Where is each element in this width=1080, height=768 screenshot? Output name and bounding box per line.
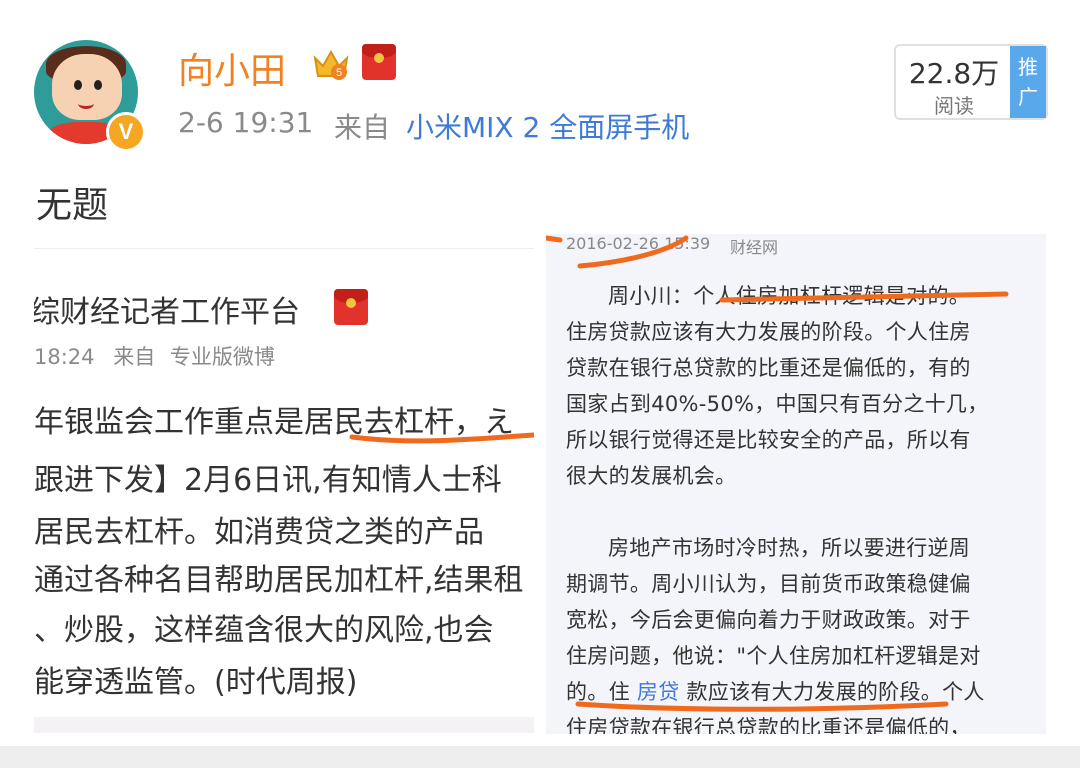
post-time: 2-6 19:31 <box>178 106 314 139</box>
post-title: 无题 <box>36 185 109 226</box>
avatar-eye <box>94 80 102 90</box>
embedded-bottom-bar <box>34 717 534 733</box>
underline-annotation <box>546 235 1009 712</box>
promote-label-1: 推 <box>1018 55 1038 79</box>
username[interactable]: 向小田 <box>178 42 286 94</box>
read-count-box[interactable]: 22.8万 阅读 推 广 <box>894 44 1048 120</box>
avatar-mouth <box>78 98 94 109</box>
promote-button[interactable]: 推 广 <box>1010 46 1046 118</box>
avatar-face <box>52 54 122 120</box>
read-label: 阅读 <box>934 94 974 118</box>
right-embedded-screenshot[interactable]: 2016-02-26 15:39 财经网 周小川：个人住房加杠杆逻辑是对的。 住… <box>546 234 1046 734</box>
bottom-divider <box>0 746 1080 768</box>
promote-label-2: 广 <box>1018 85 1038 109</box>
red-packet-icon[interactable] <box>362 44 396 80</box>
crown-level-icon[interactable]: 5 <box>312 48 350 82</box>
read-count: 22.8万 <box>908 57 1000 90</box>
from-label: 来自 <box>334 111 391 144</box>
left-embedded-screenshot[interactable]: 综财经记者工作平台 18:24 来自 专业版微博 年银监会工作重点是居民去杠杆，… <box>34 248 534 733</box>
underline-annotation <box>349 432 534 444</box>
avatar-eye <box>74 80 82 90</box>
svg-text:5: 5 <box>336 67 342 79</box>
device-link[interactable]: 小米MIX 2 全面屏手机 <box>406 106 689 146</box>
verified-badge-icon: V <box>106 112 146 152</box>
